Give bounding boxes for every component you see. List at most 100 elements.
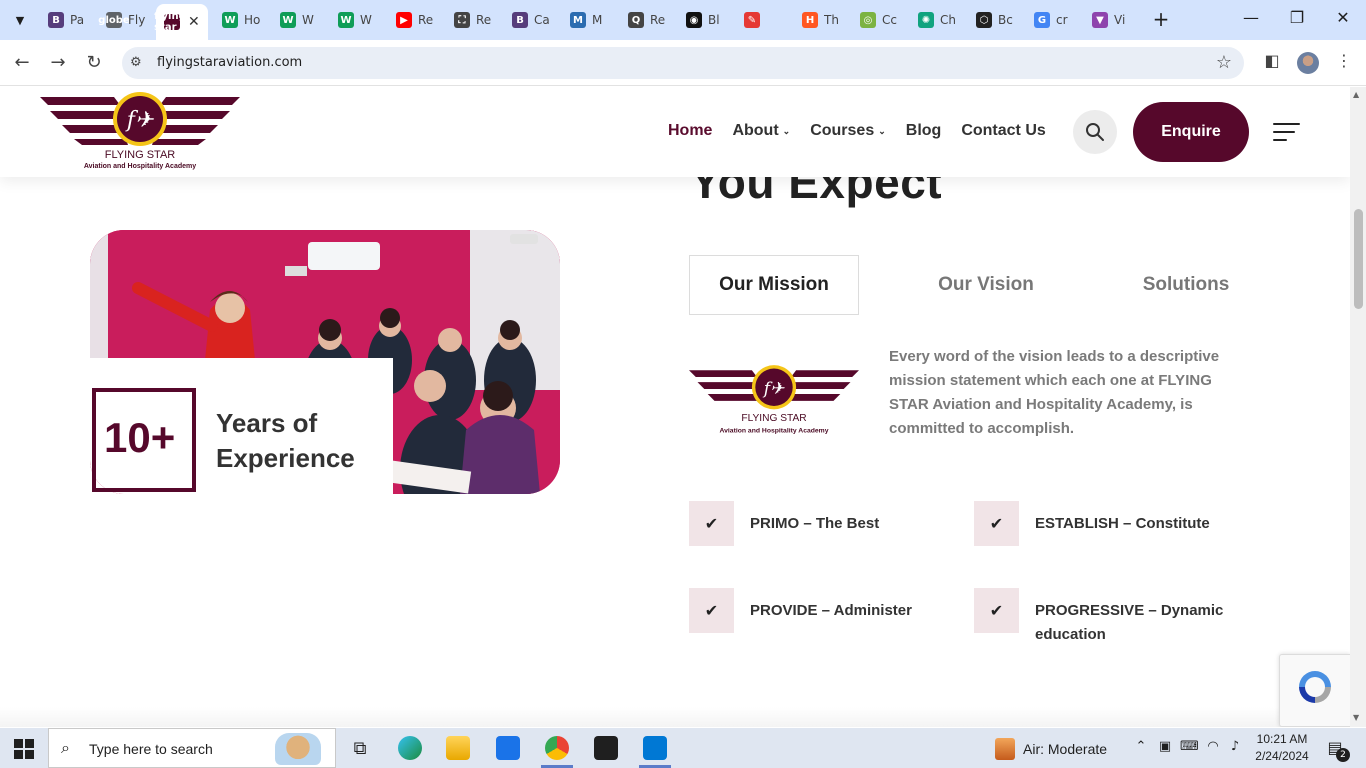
search-icon: ⌕ bbox=[61, 738, 70, 757]
new-tab-button[interactable]: + bbox=[1150, 8, 1172, 30]
wifi-icon[interactable]: ◠ bbox=[1204, 739, 1222, 754]
feature-item: ✔ PROVIDE – Administer bbox=[689, 588, 940, 633]
notification-badge: 2 bbox=[1336, 748, 1350, 762]
tab-solutions[interactable]: Solutions bbox=[1109, 255, 1263, 315]
forward-arrow-icon[interactable]: → bbox=[46, 51, 70, 75]
tab-favicon-icon: B bbox=[48, 12, 64, 28]
browser-tab[interactable]: globe Fly bbox=[98, 6, 154, 34]
site-search-button[interactable] bbox=[1073, 110, 1117, 154]
file-explorer-icon[interactable] bbox=[434, 728, 482, 768]
browser-tab[interactable]: MM bbox=[562, 6, 618, 34]
scroll-up-arrow-icon[interactable]: ▲ bbox=[1353, 90, 1359, 99]
nav-home[interactable]: Home bbox=[668, 122, 712, 140]
url-text[interactable]: flyingstaraviation.com bbox=[157, 55, 302, 70]
browser-tab[interactable]: B Ca bbox=[504, 6, 560, 34]
tab-favicon-icon: M bbox=[570, 12, 586, 28]
tab-title: Ho bbox=[244, 13, 261, 27]
section-bottom-edge bbox=[0, 707, 1350, 727]
check-icon: ✔ bbox=[689, 588, 734, 633]
browser-tab[interactable]: ◉ Bl bbox=[678, 6, 734, 34]
address-bar[interactable]: ⚙ flyingstaraviation.com ☆ bbox=[122, 47, 1244, 79]
feature-text: PROVIDE – Administer bbox=[750, 602, 912, 619]
browser-tab[interactable]: ⬡ Bc bbox=[968, 6, 1024, 34]
enquire-button[interactable]: Enquire bbox=[1133, 102, 1249, 162]
back-arrow-icon[interactable]: ← bbox=[10, 51, 34, 75]
minimize-icon[interactable]: — bbox=[1240, 8, 1262, 30]
chevron-down-icon: ⌄ bbox=[782, 125, 791, 136]
tab-title: Bl bbox=[708, 13, 720, 27]
restore-icon[interactable]: ❐ bbox=[1286, 8, 1308, 30]
taskbar-search-placeholder: Type here to search bbox=[89, 741, 213, 757]
close-window-icon[interactable]: ✕ bbox=[1332, 8, 1354, 30]
vscode-icon[interactable] bbox=[631, 728, 679, 768]
mail-icon[interactable] bbox=[484, 728, 532, 768]
browser-tab[interactable]: H Th bbox=[794, 6, 850, 34]
windows-taskbar: ⌕ Type here to search ⧉ Air: Moderate ⌃ … bbox=[0, 728, 1366, 768]
logo-wings-icon: f✈ FLYING STAR Aviation and Hospitality … bbox=[689, 365, 859, 434]
bookmark-star-icon[interactable]: ☆ bbox=[1216, 52, 1232, 73]
tab-favicon-icon: ◉ bbox=[686, 12, 702, 28]
profile-avatar[interactable] bbox=[1297, 52, 1319, 74]
nav-home-label: Home bbox=[668, 122, 713, 139]
browser-tab[interactable]: WW bbox=[272, 6, 328, 34]
taskbar-search[interactable]: ⌕ Type here to search bbox=[48, 728, 336, 768]
nav-blog-label: Blog bbox=[905, 122, 942, 139]
scrollbar-thumb[interactable] bbox=[1354, 209, 1363, 309]
volume-icon[interactable]: ♪ bbox=[1226, 739, 1244, 754]
side-panel-icon[interactable]: ◧ bbox=[1260, 51, 1284, 70]
browser-tab[interactable]: ◎ Cc bbox=[852, 6, 908, 34]
scroll-down-arrow-icon[interactable]: ▼ bbox=[1353, 713, 1359, 722]
browser-tab[interactable]: flying-star ✕ bbox=[154, 4, 208, 40]
hamburger-menu-icon[interactable] bbox=[1273, 123, 1300, 141]
terminal-icon[interactable] bbox=[582, 728, 630, 768]
site-header: f✈ FLYING STAR Aviation and Hospitality … bbox=[0, 87, 1350, 177]
browser-tab[interactable]: Gcr bbox=[1026, 6, 1082, 34]
browser-tab[interactable]: ✺ Ch bbox=[910, 6, 966, 34]
logo-tagline-text: Aviation and Hospitality Academy bbox=[83, 163, 197, 170]
tab-favicon-icon: W bbox=[280, 12, 296, 28]
tab-title: Ca bbox=[534, 13, 550, 27]
site-logo[interactable]: f✈ FLYING STAR Aviation and Hospitality … bbox=[40, 91, 240, 175]
edge-browser-icon[interactable] bbox=[386, 728, 434, 768]
site-info-icon[interactable]: ⚙ bbox=[130, 55, 142, 70]
air-quality-icon bbox=[995, 738, 1015, 760]
tab-title: Re bbox=[418, 13, 434, 27]
mission-description: Every word of the vision leads to a desc… bbox=[889, 348, 1220, 437]
tab-search-chevron-icon[interactable]: ▼ bbox=[8, 8, 32, 32]
meet-now-icon[interactable]: ▣ bbox=[1156, 739, 1174, 754]
chrome-icon[interactable] bbox=[533, 728, 581, 768]
weather-text: Air: Moderate bbox=[1023, 741, 1108, 757]
browser-tab[interactable]: W Ho bbox=[214, 6, 270, 34]
menu-kebab-icon[interactable]: ⋮ bbox=[1332, 51, 1356, 70]
chevron-up-icon[interactable]: ⌃ bbox=[1132, 739, 1150, 754]
page-scrollbar[interactable]: ▲ ▼ bbox=[1350, 87, 1366, 727]
nav-contact[interactable]: Contact Us bbox=[961, 122, 1045, 140]
tab-favicon-icon: ⛶ bbox=[454, 12, 470, 28]
browser-tab[interactable]: ✎ bbox=[736, 6, 792, 34]
tab-our-mission[interactable]: Our Mission bbox=[689, 255, 859, 315]
browser-tab[interactable]: ⛶ Re bbox=[446, 6, 502, 34]
browser-tab[interactable]: B Pa bbox=[40, 6, 96, 34]
task-view-icon[interactable]: ⧉ bbox=[336, 728, 384, 768]
search-highlight-image bbox=[275, 733, 321, 765]
nav-courses[interactable]: Courses ⌄ bbox=[810, 122, 886, 140]
browser-tab[interactable]: WW bbox=[330, 6, 386, 34]
reload-icon[interactable]: ↻ bbox=[82, 51, 106, 75]
weather-widget[interactable]: Air: Moderate bbox=[995, 738, 1107, 760]
windows-start-icon[interactable] bbox=[14, 739, 34, 759]
feature-text: PROGRESSIVE – Dynamic education bbox=[1035, 602, 1224, 643]
notification-center-icon[interactable]: ▤ 2 bbox=[1324, 738, 1350, 762]
feature-item: ✔ PRIMO – The Best bbox=[689, 501, 940, 546]
experience-label: Years of Experience bbox=[216, 408, 355, 473]
nav-about[interactable]: About ⌄ bbox=[732, 122, 790, 140]
language-icon[interactable]: ⌨ bbox=[1180, 739, 1199, 754]
recaptcha-badge[interactable] bbox=[1279, 654, 1350, 727]
browser-tab[interactable]: Q Re bbox=[620, 6, 676, 34]
browser-tab[interactable]: ▼ Vi bbox=[1084, 6, 1140, 34]
browser-tab[interactable]: ▶ Re bbox=[388, 6, 444, 34]
tab-close-icon[interactable]: ✕ bbox=[188, 14, 200, 30]
system-clock[interactable]: 10:21 AM 2/24/2024 bbox=[1252, 731, 1312, 765]
check-icon: ✔ bbox=[974, 588, 1019, 633]
nav-blog[interactable]: Blog bbox=[906, 122, 942, 140]
tab-our-vision[interactable]: Our Vision bbox=[901, 255, 1071, 315]
